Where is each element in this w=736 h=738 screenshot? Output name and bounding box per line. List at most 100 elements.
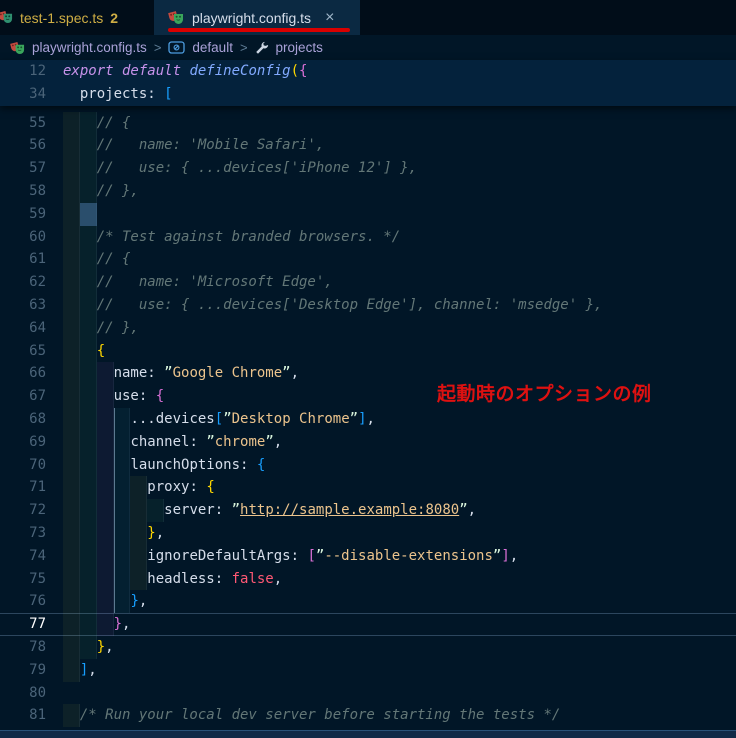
line-number: 62 <box>29 274 46 291</box>
line-number: 70 <box>29 456 46 473</box>
indent-rainbow-block <box>63 202 80 226</box>
code-text: // name: 'Microsoft Edge', <box>46 271 736 294</box>
code-line[interactable]: 73 }, <box>0 521 736 545</box>
code-line[interactable]: 62 // name: 'Microsoft Edge', <box>0 271 736 294</box>
code-line[interactable]: 80 <box>0 682 736 705</box>
code-text: projects: [ <box>79 85 173 102</box>
code-line[interactable]: 60 /* Test against branded browsers. */ <box>0 225 736 249</box>
code-text: { <box>46 339 736 363</box>
code-line[interactable]: 74 ignoreDefaultArgs: [”--disable-extens… <box>0 544 736 568</box>
code-line[interactable]: 63 // use: { ...devices['Desktop Edge'],… <box>0 293 736 317</box>
code-text: ignoreDefaultArgs: [”--disable-extension… <box>46 544 736 568</box>
code-text: export default defineConfig({ <box>63 63 308 79</box>
code-text: server: ”http://sample.example:8080”, <box>46 499 736 522</box>
code-line[interactable]: 70 launchOptions: { <box>0 453 736 477</box>
line-number: 76 <box>29 593 46 610</box>
chevron-right-icon: > <box>239 40 248 55</box>
line-number: 71 <box>29 479 46 496</box>
code-line[interactable]: 78 }, <box>0 635 736 659</box>
playwright-masks-icon <box>10 40 25 55</box>
playwright-test-file-icon <box>0 9 13 27</box>
code-text <box>46 202 736 226</box>
code-text: }, <box>46 590 736 614</box>
tab-label: test-1.spec.ts <box>20 9 104 26</box>
close-icon[interactable]: × <box>325 9 334 26</box>
code-text: // use: { ...devices['Desktop Edge'], ch… <box>46 293 736 317</box>
code-text: ...devices[”Desktop Chrome”], <box>46 407 736 431</box>
code-line[interactable]: 65 { <box>0 339 736 363</box>
breadcrumb-symbol-projects[interactable]: projects <box>276 40 323 55</box>
line-number: 60 <box>29 228 46 245</box>
line-number: 81 <box>29 707 46 724</box>
line-number: 65 <box>29 342 46 359</box>
code-line[interactable]: 76 }, <box>0 590 736 614</box>
line-number: 77 <box>29 616 46 633</box>
line-number: 75 <box>29 570 46 587</box>
sticky-line[interactable]: 12 export default defineConfig({ <box>0 60 736 83</box>
code-line[interactable]: 77 }, <box>0 613 736 636</box>
code-line[interactable]: 79 ], <box>0 658 736 682</box>
line-number: 63 <box>29 296 46 313</box>
code-text: // { <box>46 248 736 272</box>
line-number: 34 <box>29 85 46 102</box>
breadcrumb-symbol-default[interactable]: default <box>192 40 233 55</box>
breadcrumb: playwright.config.ts > default > project… <box>0 35 736 60</box>
code-text: // }, <box>46 316 736 340</box>
code-line[interactable]: 81 /* Run your local dev server before s… <box>0 704 736 728</box>
default-export-symbol-icon <box>168 41 186 54</box>
tab-label: playwright.config.ts <box>192 9 312 26</box>
code-text: // }, <box>46 179 736 203</box>
line-number: 80 <box>29 684 46 701</box>
line-number: 74 <box>29 547 46 564</box>
code-text: headless: false, <box>46 567 736 591</box>
line-number: 72 <box>29 502 46 519</box>
code-text: // name: 'Mobile Safari', <box>46 134 736 158</box>
wrench-icon <box>255 41 269 55</box>
line-number: 56 <box>29 137 46 154</box>
code-line[interactable]: 72 server: ”http://sample.example:8080”, <box>0 499 736 522</box>
line-number: 69 <box>29 433 46 450</box>
code-line[interactable]: 71 proxy: { <box>0 476 736 500</box>
tab-problems-badge: 2 <box>110 9 119 26</box>
tab-playwright-config[interactable]: playwright.config.ts × <box>154 0 360 35</box>
code-line[interactable]: 69 channel: ”chrome”, <box>0 430 736 454</box>
code-text: channel: ”chrome”, <box>46 430 736 454</box>
tab-bar: test-1.spec.ts 2 playwright.config.ts × <box>0 0 736 35</box>
line-number: 59 <box>29 205 46 222</box>
indent-rainbow-block <box>79 202 97 226</box>
panel-top-edge <box>0 730 736 738</box>
line-number: 79 <box>29 661 46 678</box>
code-line[interactable]: 55 // { <box>0 111 736 135</box>
code-line[interactable]: 61 // { <box>0 248 736 272</box>
line-number: 66 <box>29 365 46 382</box>
line-number: 64 <box>29 319 46 336</box>
code-line[interactable]: 57 // use: { ...devices['iPhone 12'] }, <box>0 157 736 180</box>
line-number: 55 <box>29 114 46 131</box>
line-number: 57 <box>29 160 46 177</box>
code-line[interactable]: 75 headless: false, <box>0 567 736 591</box>
code-text: /* Run your local dev server before star… <box>46 704 736 728</box>
code-text: }, <box>46 613 736 636</box>
code-text: }, <box>46 635 736 659</box>
line-number: 67 <box>29 388 46 405</box>
sticky-line[interactable]: 34 projects: [ <box>0 83 736 106</box>
line-number: 78 <box>29 638 46 655</box>
line-number: 61 <box>29 251 46 268</box>
code-line[interactable]: 68 ...devices[”Desktop Chrome”], <box>0 407 736 431</box>
playwright-masks-icon <box>168 9 184 28</box>
tab-test-1-spec[interactable]: test-1.spec.ts 2 <box>0 0 150 35</box>
code-line[interactable]: 56 // name: 'Mobile Safari', <box>0 134 736 158</box>
code-lines: 55 // {56 // name: 'Mobile Safari', 57 //… <box>0 111 736 728</box>
code-line[interactable]: 59 <box>0 202 736 226</box>
code-text: proxy: { <box>46 476 736 500</box>
breadcrumb-file[interactable]: playwright.config.ts <box>32 40 147 55</box>
code-line[interactable]: 64 // }, <box>0 316 736 340</box>
line-number: 12 <box>29 63 46 79</box>
chevron-right-icon: > <box>153 40 162 55</box>
code-line[interactable]: 58 // }, <box>0 179 736 203</box>
red-underline-annotation <box>168 28 350 32</box>
line-number: 73 <box>29 524 46 541</box>
code-text: // use: { ...devices['iPhone 12'] }, <box>46 157 736 180</box>
line-number: 58 <box>29 182 46 199</box>
